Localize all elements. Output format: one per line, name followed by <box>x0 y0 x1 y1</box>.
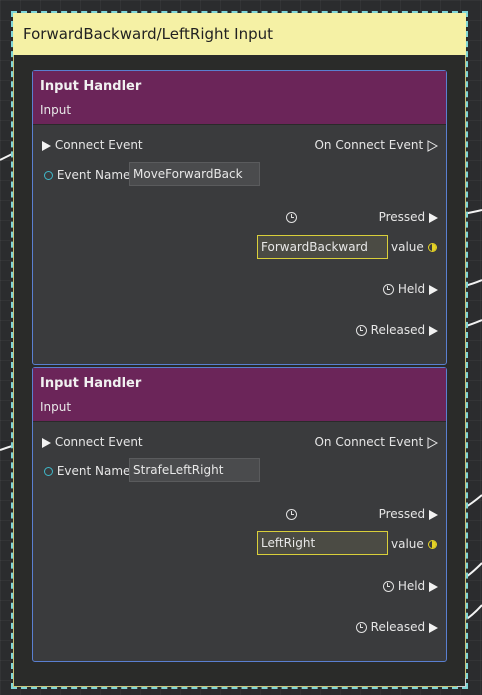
event-name-pin[interactable]: Event Name <box>44 464 130 478</box>
value-pin[interactable]: value <box>391 537 437 551</box>
on-connect-event-pin[interactable]: On Connect Event <box>314 138 439 152</box>
data-pin-icon <box>44 171 53 180</box>
resize-grip-icon[interactable] <box>457 678 466 687</box>
held-label: Held <box>397 579 426 593</box>
value-label: value <box>391 240 424 254</box>
pressed-pin[interactable]: Pressed <box>379 210 438 224</box>
exec-pin-icon <box>429 284 438 295</box>
input-handler-node[interactable]: Input Handler Input Connect Event On Con… <box>32 70 447 365</box>
value-input[interactable]: LeftRight <box>257 531 388 555</box>
clock-icon <box>355 325 367 336</box>
released-label: Released <box>370 620 426 634</box>
clock-icon <box>382 581 394 592</box>
on-connect-event-label: On Connect Event <box>314 138 424 152</box>
connect-event-label: Connect Event <box>54 138 143 152</box>
value-label: value <box>391 537 424 551</box>
pressed-clock[interactable] <box>286 210 297 224</box>
held-pin[interactable]: Held <box>382 579 438 593</box>
exec-pin-icon <box>429 212 438 223</box>
node-subtitle: Input <box>40 103 72 117</box>
exec-pin-icon <box>42 437 51 448</box>
exec-pin-icon <box>429 581 438 592</box>
event-name-input[interactable]: StrafeLeftRight <box>129 458 260 482</box>
node-title: Input Handler <box>40 79 142 94</box>
comment-title[interactable]: ForwardBackward/LeftRight Input <box>13 13 466 55</box>
value-pin[interactable]: value <box>391 240 437 254</box>
event-name-input[interactable]: MoveForwardBack <box>129 162 260 186</box>
pressed-label: Pressed <box>378 507 426 521</box>
released-label: Released <box>370 323 426 337</box>
value-pin-icon <box>427 540 437 549</box>
node-header[interactable]: Input Handler Input <box>33 71 446 125</box>
exec-outline-pin-icon <box>427 139 439 152</box>
released-pin[interactable]: Released <box>355 620 438 634</box>
exec-pin-icon <box>42 140 51 151</box>
exec-pin-icon <box>429 509 438 520</box>
connect-event-label: Connect Event <box>54 435 143 449</box>
event-name-pin[interactable]: Event Name <box>44 168 130 182</box>
value-pin-icon <box>427 243 437 252</box>
connect-event-pin[interactable]: Connect Event <box>42 138 143 152</box>
pressed-label: Pressed <box>378 210 426 224</box>
clock-icon <box>286 509 297 520</box>
clock-icon <box>382 284 394 295</box>
pressed-pin[interactable]: Pressed <box>379 507 438 521</box>
clock-icon <box>355 622 367 633</box>
on-connect-event-pin[interactable]: On Connect Event <box>314 435 439 449</box>
exec-pin-icon <box>429 622 438 633</box>
exec-outline-pin-icon <box>427 436 439 449</box>
on-connect-event-label: On Connect Event <box>314 435 424 449</box>
connect-event-pin[interactable]: Connect Event <box>42 435 143 449</box>
node-title: Input Handler <box>40 376 142 391</box>
node-header[interactable]: Input Handler Input <box>33 368 446 422</box>
clock-icon <box>286 212 297 223</box>
value-input[interactable]: ForwardBackward <box>257 235 388 259</box>
pressed-clock[interactable] <box>286 507 297 521</box>
exec-pin-icon <box>429 325 438 336</box>
data-pin-icon <box>44 467 53 476</box>
input-handler-node[interactable]: Input Handler Input Connect Event On Con… <box>32 367 447 662</box>
held-label: Held <box>397 282 426 296</box>
node-subtitle: Input <box>40 400 72 414</box>
released-pin[interactable]: Released <box>355 323 438 337</box>
held-pin[interactable]: Held <box>382 282 438 296</box>
event-name-label: Event Name <box>56 464 131 478</box>
event-name-label: Event Name <box>56 168 131 182</box>
